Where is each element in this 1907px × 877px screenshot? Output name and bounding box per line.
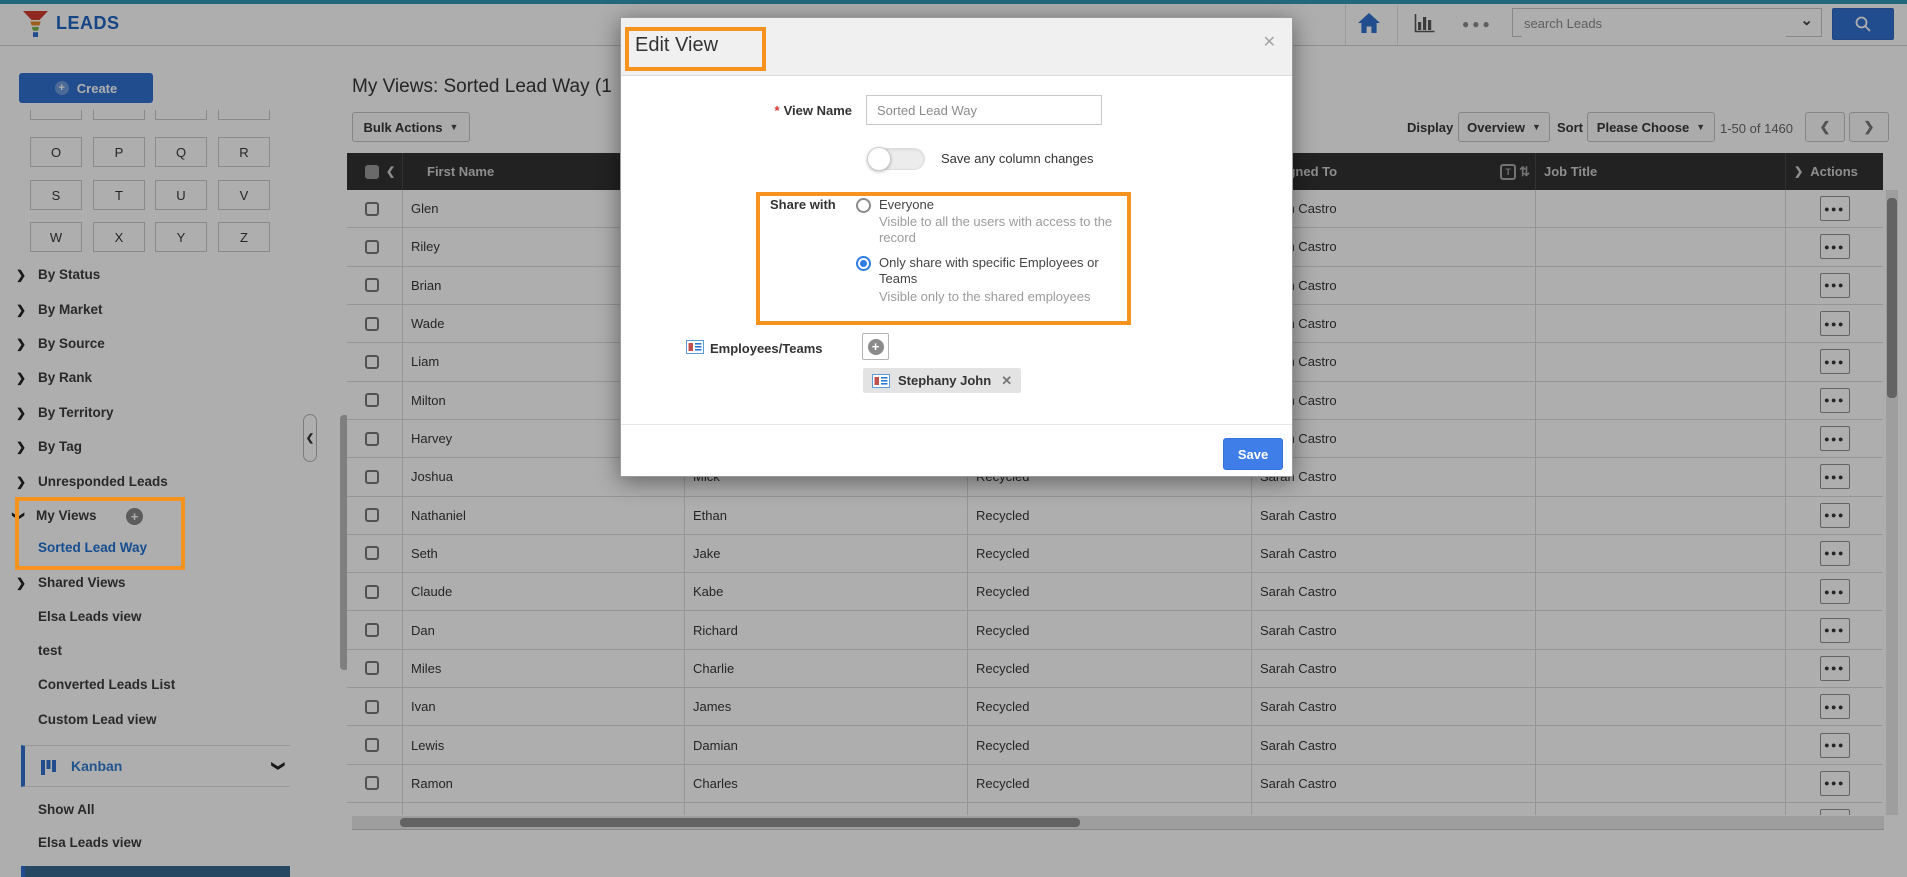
modal-footer-divider bbox=[621, 424, 1292, 425]
employees-teams-icon bbox=[686, 340, 704, 354]
app-screen: LEADS ●●● ⌄ + Create bbox=[0, 0, 1907, 877]
save-button-label: Save bbox=[1238, 447, 1268, 462]
view-name-input[interactable] bbox=[866, 95, 1102, 125]
plus-icon: + bbox=[868, 339, 884, 355]
close-icon[interactable]: ✕ bbox=[1263, 32, 1276, 52]
employee-chip-label: Stephany John bbox=[898, 373, 991, 388]
toggle-knob bbox=[867, 147, 891, 171]
save-button[interactable]: Save bbox=[1223, 438, 1283, 470]
annotation-box-my-views bbox=[15, 497, 185, 570]
add-employee-button[interactable]: + bbox=[862, 333, 889, 360]
employee-chip: Stephany John ✕ bbox=[863, 368, 1021, 393]
annotation-box-edit-view bbox=[625, 27, 766, 71]
annotation-box-share-with bbox=[756, 192, 1131, 325]
save-column-changes-toggle[interactable] bbox=[867, 148, 925, 170]
employee-chip-icon bbox=[872, 374, 890, 388]
view-name-label: *View Name bbox=[621, 103, 852, 118]
remove-chip-icon[interactable]: ✕ bbox=[1001, 373, 1012, 389]
toggle-label: Save any column changes bbox=[941, 151, 1093, 166]
employees-teams-label: Employees/Teams bbox=[710, 341, 822, 356]
required-asterisk: * bbox=[775, 103, 780, 118]
